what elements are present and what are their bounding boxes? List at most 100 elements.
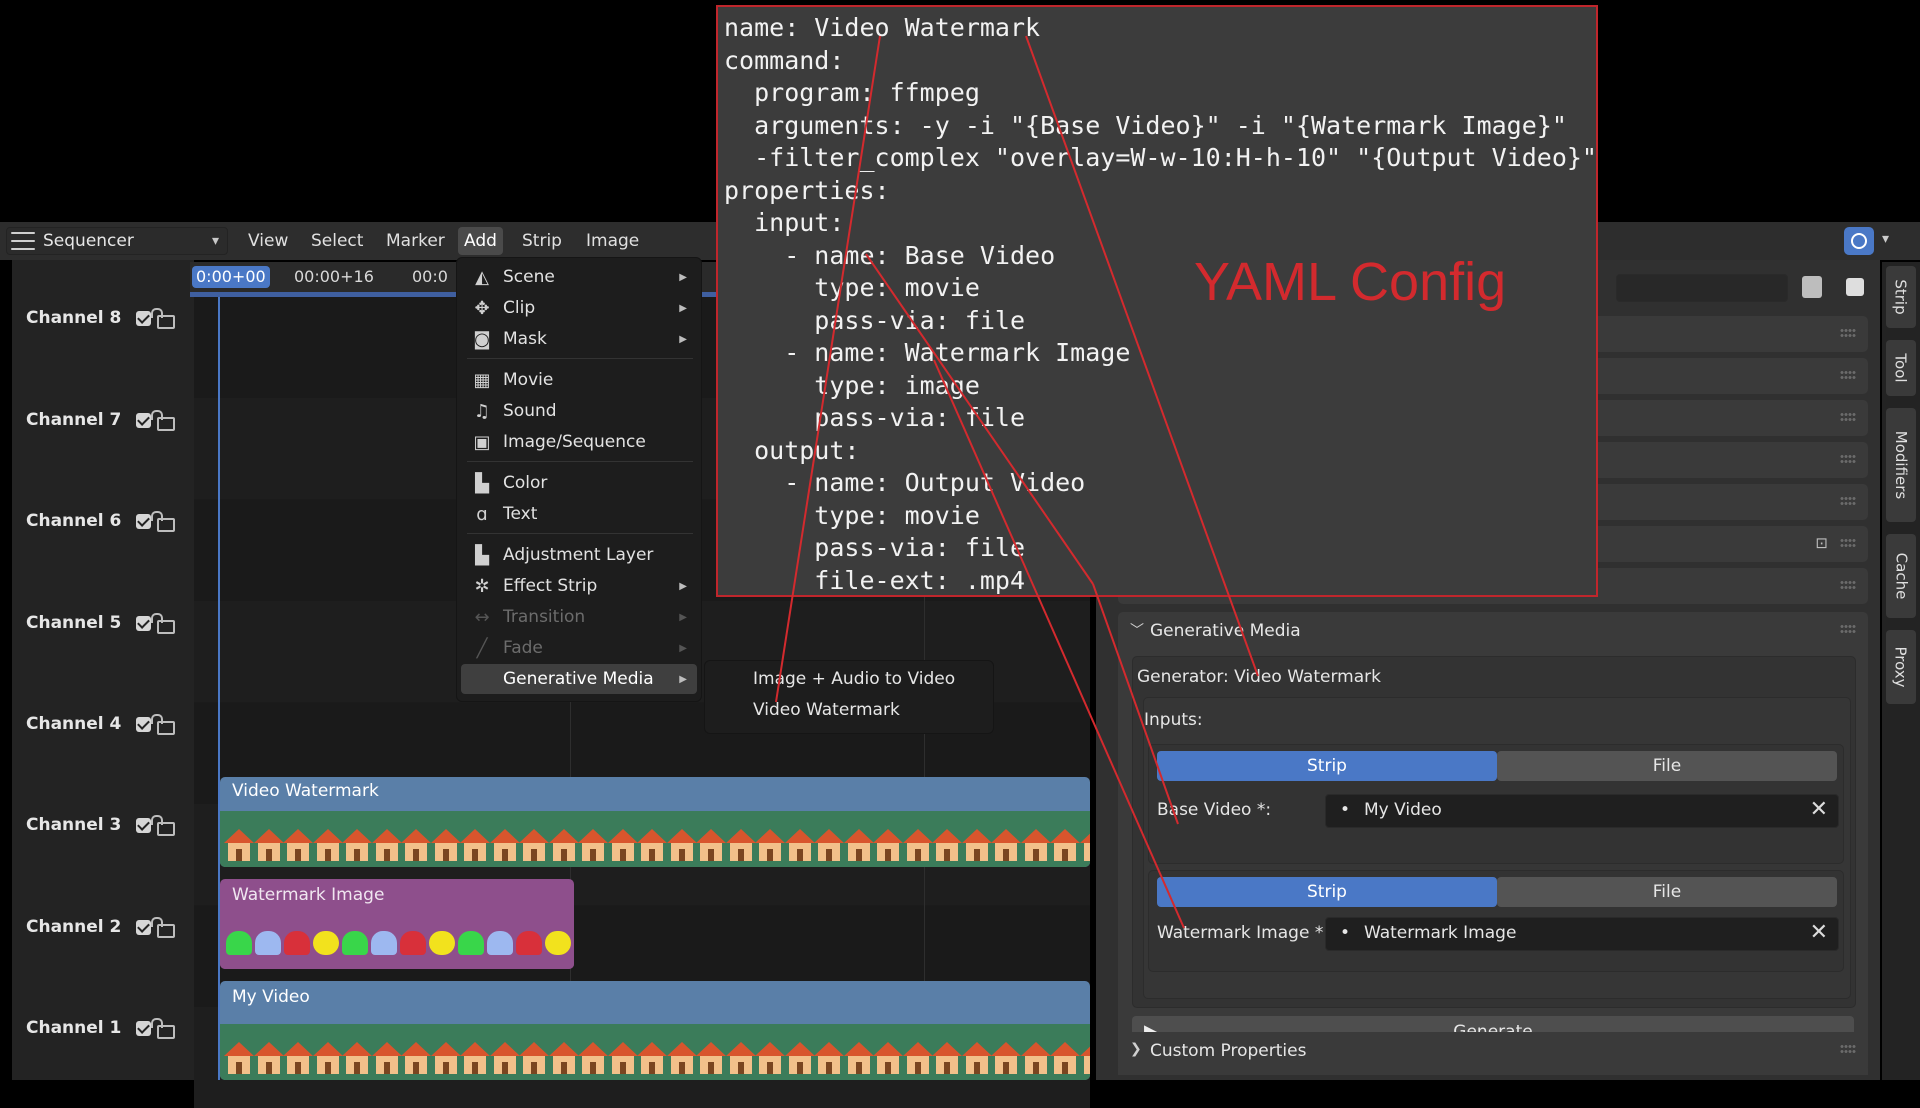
clear-icon[interactable]: ✕ [1810,918,1828,948]
house-thumbnail-icon [371,1042,402,1074]
menu-marker[interactable]: Marker [380,227,451,255]
menu-item-adjustment-layer[interactable]: ▙ Adjustment Layer [461,540,697,570]
playhead[interactable] [218,297,220,1080]
strip-my-video[interactable]: My Video [220,981,1090,1080]
lock-icon[interactable] [151,917,175,938]
base-video-file-toggle[interactable]: File [1497,751,1837,781]
menu-select[interactable]: Select [305,227,369,255]
channel-mute-checkbox[interactable] [136,919,151,935]
house-thumbnail-icon [607,1042,638,1074]
editor-type-dropdown[interactable]: Sequencer ▾ [6,227,228,255]
watermark-file-toggle[interactable]: File [1497,877,1837,907]
base-video-strip-selector[interactable]: • My Video ✕ [1325,794,1839,828]
house-thumbnail-icon [489,829,520,861]
strip-icon[interactable] [1802,276,1822,298]
generative-media-panel-header[interactable]: ﹀ Generative Media [1118,612,1868,650]
menu-item-label: Transition [503,607,586,627]
arcade-sprite-icon [458,931,484,955]
overlay-toggle-icon[interactable] [1844,227,1874,255]
lock-icon[interactable] [151,308,175,329]
base-video-strip-toggle[interactable]: Strip [1157,751,1497,781]
menu-view[interactable]: View [242,227,294,255]
strip-enable-checkbox[interactable] [1846,278,1864,296]
submenu-arrow-icon: ▶ [679,642,687,654]
lock-icon[interactable] [151,613,175,634]
menu-item-effect-strip[interactable]: ✲ Effect Strip ▶ [461,571,697,601]
overlay-dropdown-chevron-icon[interactable]: ▾ [1882,231,1889,247]
channel-label: Channel 1 [26,1018,122,1038]
menu-item-fade: ╱ Fade ▶ [461,633,697,663]
custom-properties-panel[interactable]: ❯ Custom Properties [1118,1032,1868,1070]
house-thumbnail-icon [696,1042,726,1074]
tab-modifiers[interactable]: Modifiers [1886,408,1916,522]
base-video-label: Base Video *: [1157,800,1272,820]
channel-mute-checkbox[interactable] [136,513,151,529]
strip-watermark-image[interactable]: Watermark Image [220,879,574,969]
menu-strip[interactable]: Strip [516,227,568,255]
lock-icon[interactable] [151,511,175,532]
menu-item-text[interactable]: ɑ Text [461,499,697,529]
watermark-strip-toggle[interactable]: Strip [1157,877,1497,907]
submenu-item-video-watermark[interactable]: Video Watermark [753,700,900,720]
drag-handle-icon[interactable] [1840,580,1856,590]
drag-handle-icon[interactable] [1840,538,1856,548]
channel-7: Channel 7 [26,405,196,435]
menu-item-sound[interactable]: ♫ Sound [461,396,697,426]
menu-item-clip[interactable]: ✥ Clip ▶ [461,293,697,323]
drag-handle-icon[interactable] [1840,496,1856,506]
drag-handle-icon[interactable] [1840,454,1856,464]
menu-item-generative-media[interactable]: Generative Media ▶ [461,664,697,694]
house-thumbnail-icon [1020,829,1051,861]
menu-item-color[interactable]: ▙ Color [461,468,697,498]
channel-mute-checkbox[interactable] [136,310,151,326]
menu-item-label: Fade [503,638,543,658]
chevron-down-icon: ﹀ [1130,623,1144,639]
channel-mute-checkbox[interactable] [136,412,151,428]
lock-icon[interactable] [151,1018,175,1039]
channel-mute-checkbox[interactable] [136,716,151,732]
watermark-strip-selector[interactable]: • Watermark Image ✕ [1325,917,1839,951]
strip-name-field[interactable] [1616,274,1788,302]
fade-icon: ╱ [476,637,488,659]
menu-add[interactable]: Add [458,227,503,255]
drag-handle-icon[interactable] [1840,624,1856,634]
tab-cache[interactable]: Cache [1886,534,1916,618]
menu-item-mask[interactable]: ◙ Mask ▶ [461,324,697,354]
drag-handle-icon[interactable] [1840,370,1856,380]
clear-icon[interactable]: ✕ [1810,795,1828,825]
channel-mute-checkbox[interactable] [136,615,151,631]
tab-strip[interactable]: Strip [1886,266,1916,328]
current-frame-indicator[interactable]: 0:00+00 [192,266,270,288]
menu-item-image-sequence[interactable]: ▣ Image/Sequence [461,427,697,457]
menu-item-movie[interactable]: ▦ Movie [461,365,697,395]
menu-separator [467,461,693,462]
channel-5: Channel 5 [26,608,196,638]
house-thumbnail-icon [578,1042,608,1074]
yaml-line: - name: Base Video [724,240,1056,270]
submenu-arrow-icon: ▶ [679,580,687,592]
submenu-item-image-audio-to-video[interactable]: Image + Audio to Video [753,669,955,689]
menu-image[interactable]: Image [580,227,645,255]
drag-handle-icon[interactable] [1840,1044,1856,1054]
lock-icon[interactable]: ⊡ [1815,534,1828,552]
menu-item-label: Movie [503,370,554,390]
drag-handle-icon[interactable] [1840,328,1856,338]
lock-icon[interactable] [151,815,175,836]
channel-mute-checkbox[interactable] [136,1020,151,1036]
house-thumbnail-icon [932,1042,962,1074]
menu-item-scene[interactable]: ◭ Scene ▶ [461,262,697,292]
lock-icon[interactable] [151,714,175,735]
drag-handle-icon[interactable] [1840,412,1856,422]
house-thumbnail-icon [283,1042,313,1074]
tab-proxy[interactable]: Proxy [1886,630,1916,704]
house-thumbnail-icon [1050,1042,1080,1074]
house-thumbnail-icon [430,829,461,861]
base-video-input-box: Strip File Base Video *: • My Video ✕ [1148,744,1844,864]
lock-icon[interactable] [151,410,175,431]
tab-tool[interactable]: Tool [1886,340,1916,396]
tab-label: Strip [1892,279,1911,315]
channel-mute-checkbox[interactable] [136,817,151,833]
yaml-line: name: Video Watermark [724,13,1041,42]
strip-video-watermark[interactable]: Video Watermark [220,777,1090,867]
arcade-sprite-icon [545,931,571,955]
